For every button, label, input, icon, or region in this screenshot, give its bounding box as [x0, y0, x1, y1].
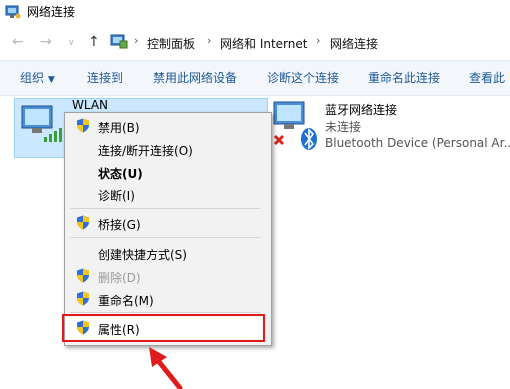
breadcrumb-network-internet[interactable]: 网络和 Internet — [220, 35, 307, 52]
wireless-adapter-icon — [21, 105, 62, 142]
annotation-highlight-box — [62, 314, 265, 342]
uac-shield-icon — [77, 118, 89, 133]
bluetooth-adapter-icon[interactable] — [272, 100, 320, 152]
menu-separator — [70, 312, 260, 313]
organize-label: 组织 — [20, 71, 45, 85]
forward-icon[interactable]: → — [40, 34, 52, 50]
menu-item-delete: 删除(D) — [98, 271, 141, 285]
menu-item-create-shortcut[interactable]: 创建快捷方式(S) — [98, 246, 187, 263]
menu-item-status[interactable]: 状态(U) — [98, 165, 143, 182]
menu-item-rename[interactable]: 重命名(M) — [98, 292, 154, 309]
recent-locations-chevron-icon[interactable]: ∨ — [68, 38, 75, 48]
back-icon[interactable]: ← — [12, 34, 24, 50]
menu-item-disable[interactable]: 禁用(B) — [98, 119, 140, 136]
wlan-name: WLAN — [72, 98, 109, 112]
breadcrumb-separator-icon: › — [134, 34, 139, 47]
control-panel-icon — [110, 34, 128, 49]
uac-shield-icon — [77, 268, 89, 283]
network-connections-icon — [5, 5, 21, 19]
breadcrumb-separator-icon: › — [207, 34, 212, 47]
dropdown-arrow-icon: ▼ — [47, 75, 55, 85]
organize-button[interactable]: 组织 ▼ — [20, 69, 55, 86]
annotation-arrow-icon — [149, 347, 183, 389]
view-status-button[interactable]: 查看此 — [469, 69, 505, 86]
menu-item-diagnose[interactable]: 诊断(I) — [98, 187, 135, 204]
breadcrumb-network-connections[interactable]: 网络连接 — [330, 35, 378, 52]
bluetooth-connection-name: 蓝牙网络连接 — [325, 103, 398, 117]
menu-separator — [70, 208, 260, 209]
menu-separator — [70, 237, 260, 238]
up-icon[interactable]: ↑ — [88, 34, 100, 50]
menu-item-connect-disconnect[interactable]: 连接/断开连接(O) — [98, 142, 193, 159]
breadcrumb-separator-icon: › — [316, 34, 321, 47]
bluetooth-connection-status: 未连接 — [325, 120, 362, 134]
bluetooth-device-name: Bluetooth Device (Personal Ar... — [325, 136, 510, 150]
uac-shield-icon — [77, 291, 89, 306]
window-title: 网络连接 — [27, 5, 76, 19]
menu-item-bridge[interactable]: 桥接(G) — [98, 216, 141, 233]
uac-shield-icon — [77, 215, 89, 230]
breadcrumb-control-panel[interactable]: 控制面板 — [147, 35, 195, 52]
disable-device-button[interactable]: 禁用此网络设备 — [153, 69, 237, 86]
rename-button[interactable]: 重命名此连接 — [368, 69, 440, 86]
diagnose-button[interactable]: 诊断这个连接 — [267, 69, 339, 86]
connect-to-button[interactable]: 连接到 — [87, 69, 123, 86]
